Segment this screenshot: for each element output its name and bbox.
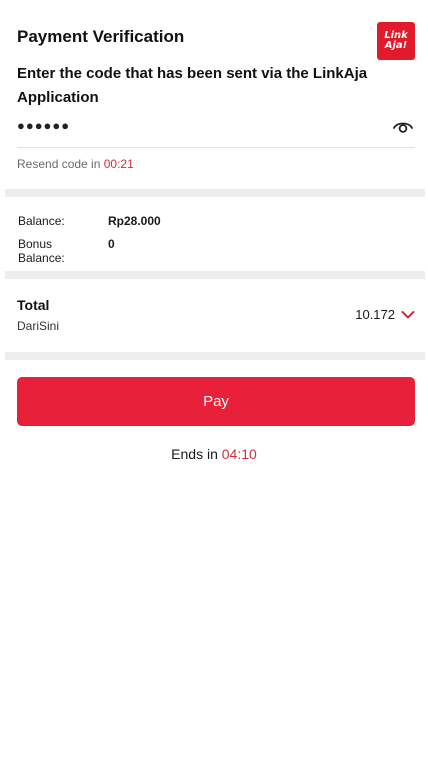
total-amount: 10.172: [355, 307, 395, 322]
balance-value: Rp28.000: [108, 214, 161, 228]
total-amount-toggle[interactable]: 10.172: [355, 307, 415, 322]
bonus-balance-label: Bonus Balance:: [18, 237, 65, 265]
bonus-balance-value: 0: [108, 237, 115, 251]
page-title: Payment Verification: [17, 27, 185, 46]
section-divider: [5, 189, 425, 197]
chevron-down-icon[interactable]: [401, 310, 415, 320]
resend-code: Resend code in 00:21: [17, 157, 134, 171]
header: Payment Verification Link Aja!: [17, 22, 415, 62]
ends-label: Ends in: [171, 446, 222, 462]
pay-button[interactable]: Pay: [17, 377, 415, 426]
eye-icon[interactable]: [393, 119, 413, 135]
otp-field[interactable]: ●●●●●●: [17, 113, 415, 148]
logo-text-line2: Aja!: [384, 40, 408, 51]
otp-instruction: Enter the code that has been sent via th…: [17, 65, 368, 106]
section-divider: [5, 352, 425, 360]
balance-label: Balance:: [18, 214, 65, 228]
total-label: Total: [17, 297, 50, 313]
linkaja-logo: Link Aja!: [377, 22, 415, 60]
merchant-name: DariSini: [17, 319, 60, 333]
otp-value[interactable]: ●●●●●●: [17, 118, 70, 133]
section-divider: [5, 271, 425, 279]
resend-timer: 00:21: [103, 157, 134, 171]
resend-label: Resend code in: [17, 157, 104, 171]
expiry-countdown: Ends in 04:10: [0, 446, 428, 462]
ends-timer: 04:10: [221, 446, 257, 462]
total-section[interactable]: Total DariSini 10.172: [17, 297, 415, 337]
